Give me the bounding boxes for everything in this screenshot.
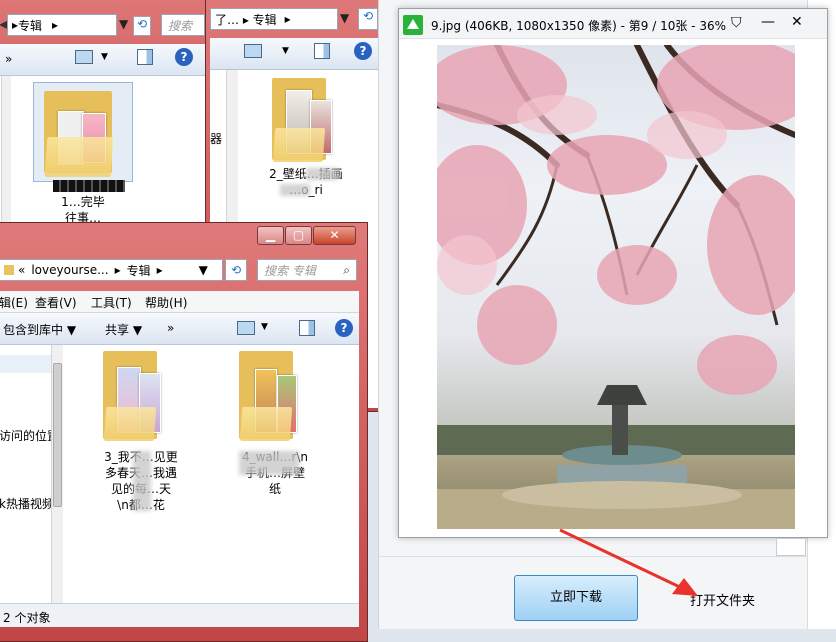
explorer-window-1: ◀ ▸ 专辑 ▸ ▼ ⟲ 搜索 » ▼ ? 1 1…完毕 往事… [0, 0, 206, 240]
menu-view[interactable]: 查看(V) [35, 294, 77, 311]
image-viewer-window: 9.jpg (406KB, 1080x1350 像素) - 第9 / 10张 -… [398, 8, 828, 538]
folder-2[interactable] [266, 78, 346, 168]
viewer-titlebar: 9.jpg (406KB, 1080x1350 像素) - 第9 / 10张 -… [399, 9, 827, 39]
help-icon-3[interactable]: ? [335, 319, 353, 337]
address-dropdown-icon-3[interactable]: ▼ [199, 263, 208, 277]
refresh-icon[interactable]: ⟲ [133, 16, 151, 36]
address-arrow-icon[interactable]: ▸ [52, 18, 58, 32]
close-button[interactable]: ✕ [313, 226, 356, 245]
view-icon-2[interactable] [244, 44, 262, 58]
address-dropdown-icon[interactable]: ▼ [119, 17, 128, 31]
include-library-button[interactable]: 包含到库中 ▼ [3, 321, 76, 338]
preview-pane-icon-2[interactable] [314, 43, 330, 59]
refresh-icon-3[interactable]: ⟲ [225, 259, 247, 281]
nav-partial-text: 器 [210, 132, 223, 146]
toolbar-2: ▼ ? [210, 38, 382, 70]
address-crumb-1[interactable]: loveyourse... [31, 263, 108, 277]
view-icon-3[interactable] [237, 321, 255, 335]
view-icon[interactable] [75, 50, 93, 64]
address-crumb-2[interactable]: 专辑 [127, 262, 151, 279]
view-dropdown-icon-3[interactable]: ▼ [261, 322, 268, 332]
help-icon-2[interactable]: ? [354, 42, 372, 60]
tshirt-icon[interactable]: ⛉ [731, 15, 742, 31]
content-pane-1: 1 1…完毕 往事… [0, 76, 205, 236]
toolbar-3: 包含到库中 ▼ 共享 ▼ » ▼ ? [0, 313, 359, 345]
viewer-logo-icon [403, 15, 423, 35]
status-bar: 2 个对象 [0, 603, 359, 627]
content-pane-3: 访问的位置 k热播视频 3_我不…见更 多春天…我遇 见的每…天 \n都…花 4… [0, 345, 359, 603]
preview-pane-icon-3[interactable] [299, 320, 315, 336]
folder-small-icon [4, 265, 14, 275]
search-icon[interactable]: ⌕ [343, 263, 350, 278]
address-sep[interactable]: ▸ [115, 263, 121, 277]
folder-1[interactable] [33, 82, 133, 182]
search-input-3[interactable]: 搜索 专辑 ⌕ [257, 259, 357, 281]
address-arrow-icon-2[interactable]: ▸ [285, 12, 291, 26]
open-folder-link[interactable]: 打开文件夹 [690, 590, 755, 609]
close-icon[interactable]: ✕ [791, 14, 803, 30]
folder-4[interactable] [235, 351, 315, 447]
status-count: 2 个对象 [3, 611, 51, 625]
maximize-button[interactable]: ▢ [285, 226, 312, 245]
minimize-button[interactable]: ▁ [257, 226, 284, 245]
view-dropdown-icon[interactable]: ▼ [101, 52, 108, 62]
share-button[interactable]: 共享 ▼ [105, 321, 142, 338]
panel-scroll-stub[interactable] [776, 538, 806, 556]
viewer-photo[interactable] [437, 45, 795, 529]
menu-help[interactable]: 帮助(H) [145, 294, 187, 311]
download-now-button[interactable]: 立即下载 [514, 575, 638, 621]
address-bar-1[interactable]: ▸ 专辑 ▸ [7, 14, 117, 36]
minimize-icon[interactable]: — [761, 14, 775, 30]
address-bar-3[interactable]: « loveyourse... ▸ 专辑 ▸ ▼ [0, 259, 223, 281]
menu-tools[interactable]: 工具(T) [91, 294, 132, 311]
view-dropdown-icon-2[interactable]: ▼ [282, 46, 289, 56]
toolbar-more-3[interactable]: » [167, 321, 174, 335]
address-dropdown-icon-2[interactable]: ▼ [340, 11, 349, 25]
nav-scrollbar-1[interactable] [1, 76, 11, 236]
cherry-blossom-illustration [437, 45, 795, 529]
address-text: 专辑 [18, 18, 43, 33]
folder-3[interactable] [99, 351, 179, 447]
search-input-1[interactable]: 搜索 [161, 14, 205, 36]
refresh-icon-2[interactable]: ⟲ [358, 8, 378, 30]
help-icon[interactable]: ? [175, 48, 193, 66]
redacted-block [53, 180, 125, 192]
viewer-title: 9.jpg (406KB, 1080x1350 像素) - 第9 / 10张 -… [431, 19, 726, 33]
toolbar-more[interactable]: » [5, 52, 12, 66]
nav-item-hot-video[interactable]: k热播视频 [0, 495, 54, 512]
nav-scrollbar-3[interactable] [51, 345, 63, 603]
address-text-2: 了… ▸ 专辑 [215, 12, 277, 27]
preview-pane-icon[interactable] [137, 49, 153, 65]
toolbar-1: » ▼ ? [0, 44, 205, 76]
menu-bar-3: 辑(E) 查看(V) 工具(T) 帮助(H) [0, 291, 359, 313]
explorer-window-3: ▁ ▢ ✕ « loveyourse... ▸ 专辑 ▸ ▼ ⟲ 搜索 专辑 ⌕… [0, 222, 368, 642]
menu-edit[interactable]: 辑(E) [0, 294, 28, 311]
address-bar-2[interactable]: 了… ▸ 专辑 ▸ [210, 8, 338, 30]
address-arrow-icon-3[interactable]: ▸ [157, 263, 163, 277]
address-back[interactable]: « [18, 263, 25, 277]
